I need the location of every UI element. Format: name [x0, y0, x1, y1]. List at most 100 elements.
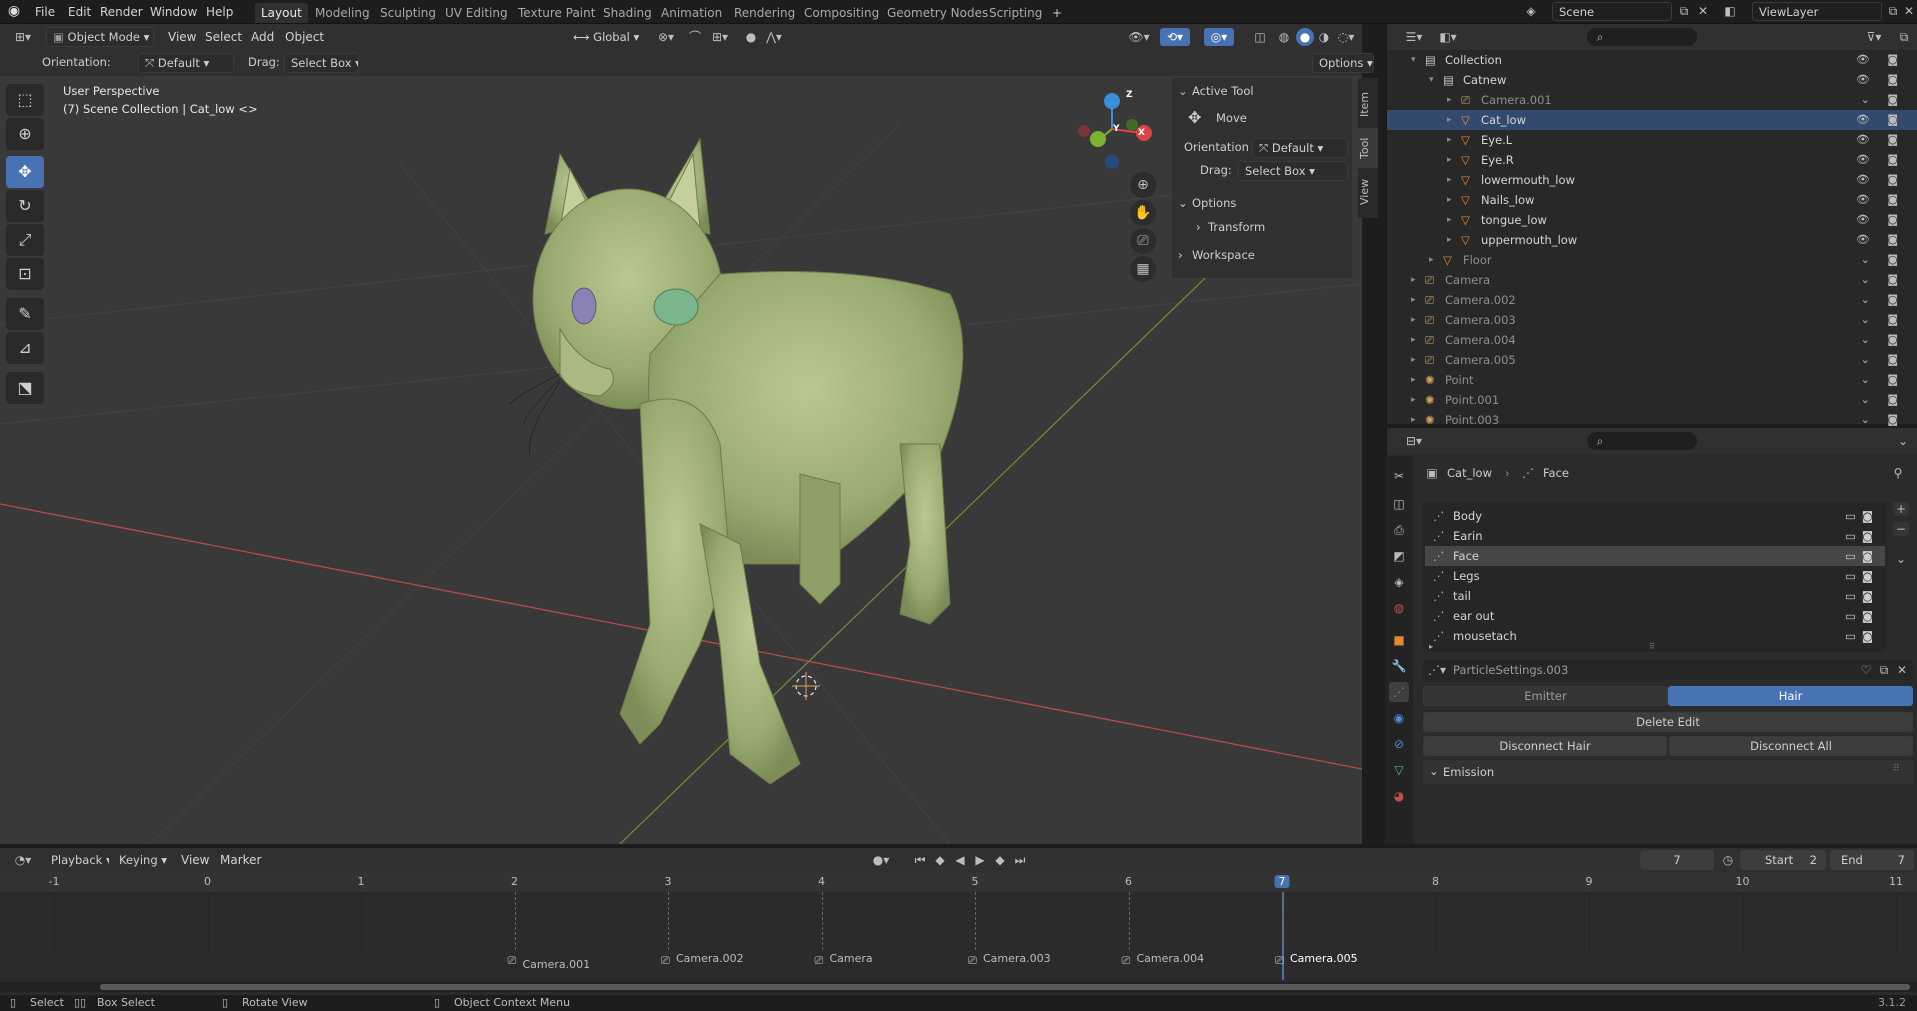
visibility-render-toggles-icon[interactable]: 👁 ◙ — [1856, 50, 1905, 70]
marker-label[interactable]: Camera.001 — [523, 958, 591, 971]
disclosure-triangle-icon[interactable]: ▸ — [1447, 210, 1452, 230]
tool-properties-tab-icon[interactable]: ✂ — [1389, 466, 1409, 486]
blender-logo-icon[interactable]: ◉ — [6, 4, 22, 18]
marker-camera-icon[interactable]: ⎚ — [661, 954, 670, 968]
current-frame-field[interactable]: 7 — [1640, 850, 1714, 870]
visibility-render-toggles-icon[interactable]: 👁 ◙ — [1856, 170, 1905, 190]
disclosure-triangle-icon[interactable]: ▾ — [1411, 50, 1416, 70]
outliner-row[interactable]: ▸ ⎚ Camera.002 ⌄ ◙ — [1387, 290, 1917, 310]
proportional-falloff-icon[interactable]: ⋀▾ — [760, 30, 788, 44]
tab-uv-editing[interactable]: UV Editing — [439, 3, 514, 23]
tab-rendering[interactable]: Rendering — [728, 3, 801, 23]
menu-window[interactable]: Window — [145, 3, 202, 21]
particle-settings-field[interactable]: ⋰▾ ParticleSettings.003 ♡ ⧉ ✕ — [1423, 660, 1913, 680]
snap-target-icon[interactable]: ⊞▾ — [706, 30, 734, 44]
marker-camera-icon[interactable]: ⎚ — [508, 954, 517, 968]
outliner-row[interactable]: ▸ ⎚ Camera.005 ⌄ ◙ — [1387, 350, 1917, 370]
viewlayer-selector[interactable]: ViewLayer — [1752, 2, 1882, 21]
constraint-properties-tab-icon[interactable]: ⊘ — [1389, 734, 1409, 754]
tab-geometry-nodes[interactable]: Geometry Nodes — [881, 3, 994, 23]
outliner-row[interactable]: ▸ ▽ Eye.R 👁 ◙ — [1387, 150, 1917, 170]
menu-help[interactable]: Help — [201, 3, 238, 21]
tab-texture-paint[interactable]: Texture Paint — [512, 3, 601, 23]
disclosure-triangle-icon[interactable]: ▸ — [1411, 410, 1416, 430]
unlink-settings-icon[interactable]: ✕ — [1895, 663, 1909, 677]
npanel-orientation-dropdown[interactable]: ⤧ Default ▾ — [1252, 138, 1348, 158]
disconnect-all-button[interactable]: Disconnect All — [1669, 736, 1913, 756]
tab-scripting[interactable]: Scripting — [983, 3, 1048, 23]
playback-menu[interactable]: Playback ▾ — [44, 850, 110, 870]
keying-menu[interactable]: Keying ▾ — [112, 850, 172, 870]
visibility-render-toggles-icon[interactable]: 👁 ◙ — [1856, 150, 1905, 170]
scene-selector[interactable]: Scene — [1552, 2, 1672, 21]
view-layer-tab-icon[interactable]: ◩ — [1389, 546, 1409, 566]
marker-label[interactable]: Camera.003 — [983, 952, 1051, 965]
viewport-render-toggle-icon[interactable]: ▭◙ — [1845, 506, 1879, 526]
marker-label[interactable]: Camera.002 — [676, 952, 744, 965]
material-properties-tab-icon[interactable]: ◕ — [1389, 786, 1409, 806]
emission-panel-header[interactable]: ⌄ Emission ⠿ — [1423, 760, 1913, 784]
emission-drag-handle[interactable]: ⠿ — [1893, 764, 1900, 774]
measure-tool[interactable]: ⊿ — [6, 332, 44, 364]
outliner-search-input[interactable]: ⌕ — [1587, 28, 1697, 46]
outliner-display-mode-icon[interactable]: ◧▾ — [1435, 30, 1461, 44]
active-tool-chevron-icon[interactable]: ⌄ — [1178, 84, 1188, 98]
overlay-toggle-icon[interactable]: ◎▾ — [1204, 28, 1234, 46]
tab-modeling[interactable]: Modeling — [309, 3, 376, 23]
mode-dropdown[interactable]: ▣ Object Mode ▾ — [46, 27, 154, 47]
particle-list-specials-icon[interactable]: ⌄ — [1893, 552, 1909, 566]
particle-system-item[interactable]: ⋰ Legs ▭◙ — [1425, 566, 1885, 586]
outliner-row[interactable]: ▸ ▽ lowermouth_low 👁 ◙ — [1387, 170, 1917, 190]
viewport-menu-object[interactable]: Object — [280, 28, 329, 46]
viewport-render-toggle-icon[interactable]: ▭◙ — [1845, 586, 1879, 606]
disclosure-triangle-icon[interactable]: ▸ — [1429, 250, 1434, 270]
properties-search-input[interactable]: ⌕ — [1587, 432, 1697, 450]
tab-compositing[interactable]: Compositing — [798, 3, 885, 23]
disclosure-triangle-icon[interactable]: ▸ — [1411, 270, 1416, 290]
delete-viewlayer-icon[interactable]: ✕ — [1902, 4, 1916, 18]
new-viewlayer-icon[interactable]: ⧉ — [1886, 4, 1900, 18]
disconnect-hair-button[interactable]: Disconnect Hair — [1423, 736, 1667, 756]
breadcrumb-object[interactable]: Cat_low — [1447, 466, 1492, 480]
marker-camera-icon[interactable]: ⎚ — [968, 954, 977, 968]
n-panel-tab-tool[interactable]: Tool — [1358, 128, 1378, 168]
output-properties-tab-icon[interactable]: ⎙ — [1389, 520, 1409, 540]
scene-properties-tab-icon[interactable]: ◈ — [1389, 572, 1409, 592]
outliner-row[interactable]: ▸ ▽ Nails_low 👁 ◙ — [1387, 190, 1917, 210]
delete-edit-button[interactable]: Delete Edit — [1423, 712, 1913, 732]
marker-camera-icon[interactable]: ⎚ — [1122, 954, 1131, 968]
timeline-editor-type-icon[interactable]: ◔▾ — [10, 853, 36, 867]
active-tool-header[interactable]: Active Tool — [1192, 84, 1254, 98]
scale-tool[interactable]: ⤢ — [6, 224, 44, 256]
remove-particle-system-icon[interactable]: − — [1893, 522, 1909, 536]
n-panel-tab-item[interactable]: Item — [1358, 84, 1378, 124]
gizmo-toggle-icon[interactable]: ⟲▾ — [1160, 28, 1190, 46]
disclosure-triangle-icon[interactable]: ▸ — [1447, 130, 1452, 150]
disclosure-triangle-icon[interactable]: ▸ — [1447, 110, 1452, 130]
start-frame-field[interactable]: Start 2 — [1740, 850, 1826, 870]
visibility-render-toggles-icon[interactable]: 👁 ◙ — [1856, 70, 1905, 90]
outliner-row[interactable]: ▸ ▽ tongue_low 👁 ◙ — [1387, 210, 1917, 230]
outliner-row[interactable]: ▸ ▽ Floor ⌄ ◙ — [1387, 250, 1917, 270]
data-properties-tab-icon[interactable]: ▽ — [1389, 760, 1409, 780]
breadcrumb-particle-system[interactable]: Face — [1543, 466, 1569, 480]
pan-hand-icon[interactable]: ✋ — [1130, 200, 1156, 226]
preview-range-icon[interactable]: ◷ — [1720, 853, 1736, 867]
outliner-row[interactable]: ▸ ▽ uppermouth_low 👁 ◙ — [1387, 230, 1917, 250]
jump-end-icon[interactable]: ⏭ — [1012, 853, 1028, 867]
options-chevron-icon[interactable]: ⌄ — [1178, 196, 1188, 210]
npanel-drag-dropdown[interactable]: Select Box ▾ — [1238, 161, 1348, 181]
list-expand-icon[interactable]: ▸ — [1429, 642, 1433, 651]
disclosure-triangle-icon[interactable]: ▸ — [1447, 190, 1452, 210]
marker-label[interactable]: Camera.005 — [1290, 952, 1358, 965]
disclosure-triangle-icon[interactable]: ▸ — [1411, 330, 1416, 350]
emitter-toggle[interactable]: Emitter — [1423, 686, 1668, 706]
visibility-render-toggles-icon[interactable]: ⌄ ◙ — [1861, 330, 1905, 350]
outliner-row[interactable]: ▸ ⎚ Camera ⌄ ◙ — [1387, 270, 1917, 290]
cursor-tool[interactable]: ⊕ — [6, 118, 44, 150]
menu-edit[interactable]: Edit — [63, 3, 96, 21]
menu-render[interactable]: Render — [95, 3, 148, 21]
particle-system-item[interactable]: ⋰ Face ▭◙ — [1425, 546, 1885, 566]
new-scene-icon[interactable]: ⧉ — [1676, 4, 1692, 18]
pin-icon[interactable]: ⚲ — [1891, 466, 1905, 480]
